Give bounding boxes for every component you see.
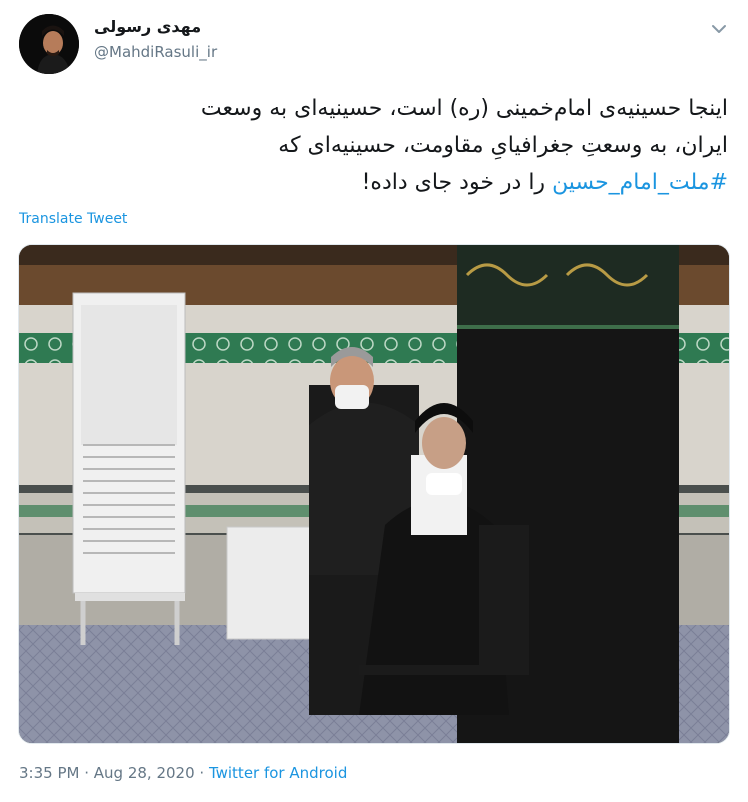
author-handle[interactable]: @MahdiRasuli_ir [94, 41, 217, 63]
tweet-text-line-2: ایران، به وسعتِ جغرافیایِ مقاومت، حسینیه… [278, 133, 728, 158]
tweet-card: مهدی رسولی @MahdiRasuli_ir اینجا حسینیه‌… [0, 0, 748, 802]
tweet-text: اینجا حسینیه‌ی امام‌خمینی (ره) است، حسین… [18, 90, 728, 201]
translate-tweet-link[interactable]: Translate Tweet [19, 211, 127, 227]
meta-separator: · [194, 764, 209, 782]
meta-separator: · [79, 764, 94, 782]
tweet-source-link[interactable]: Twitter for Android [209, 764, 347, 782]
tweet-text-tail: را در خود جای داده! [361, 170, 553, 195]
author-block: مهدی رسولی @MahdiRasuli_ir [94, 16, 217, 63]
hashtag-link[interactable]: #ملت_امام_حسین [552, 170, 728, 195]
tweet-date[interactable]: Aug 28, 2020 [94, 764, 195, 782]
tweet-time[interactable]: 3:35 PM [19, 764, 79, 782]
tweet-text-line-1: اینجا حسینیه‌ی امام‌خمینی (ره) است، حسین… [200, 96, 728, 121]
tweet-photo[interactable] [18, 244, 730, 744]
avatar[interactable] [19, 14, 79, 74]
photo-image [19, 245, 729, 743]
chevron-down-icon[interactable] [708, 18, 730, 40]
avatar-image [19, 14, 79, 74]
tweet-meta: 3:35 PM · Aug 28, 2020 · Twitter for And… [19, 762, 347, 784]
tweet-text-line-3: #ملت_امام_حسین را در خود جای داده! [18, 164, 728, 201]
author-display-name[interactable]: مهدی رسولی [94, 16, 217, 38]
